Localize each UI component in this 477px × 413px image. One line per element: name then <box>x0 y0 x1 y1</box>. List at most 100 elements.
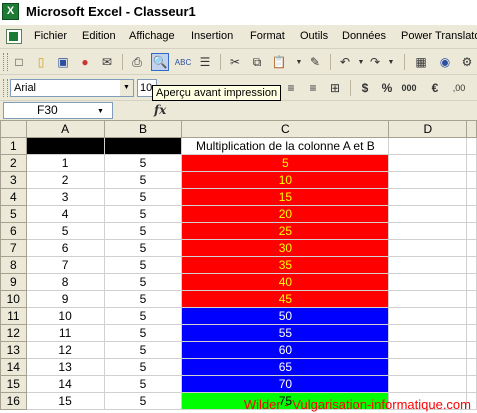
cell-d[interactable] <box>388 222 468 240</box>
menu-outils[interactable]: Outils <box>300 30 328 42</box>
cell-c[interactable]: 60 <box>181 341 390 359</box>
cell-c[interactable]: 35 <box>181 256 390 274</box>
row-header[interactable]: 15 <box>0 375 27 393</box>
row-header[interactable]: 7 <box>0 239 27 257</box>
cell-a[interactable]: 3 <box>25 188 105 206</box>
row-header[interactable]: 4 <box>0 188 27 206</box>
cell-a[interactable]: 11 <box>25 324 105 342</box>
cell-b[interactable]: 5 <box>103 222 183 240</box>
cell-d[interactable] <box>388 341 468 359</box>
cell-b[interactable]: 5 <box>103 290 183 308</box>
cell-partial[interactable] <box>466 222 477 240</box>
paste-icon[interactable]: 📋 <box>270 53 288 71</box>
redo-dropdown-icon[interactable]: ▼ <box>382 53 400 71</box>
cell-a[interactable]: 15 <box>25 392 105 410</box>
row-header[interactable]: 14 <box>0 358 27 376</box>
cell-b[interactable]: 5 <box>103 324 183 342</box>
cell-partial[interactable] <box>466 307 477 325</box>
cell-b[interactable]: 5 <box>103 205 183 223</box>
cell-b[interactable]: 5 <box>103 171 183 189</box>
cell-partial[interactable] <box>466 341 477 359</box>
cell-d[interactable] <box>388 307 468 325</box>
connection-icon[interactable]: ◉ <box>436 53 454 71</box>
menu-format[interactable]: Format <box>250 30 285 42</box>
align-right-icon[interactable]: ≡ <box>304 79 322 97</box>
cell-b[interactable] <box>103 137 183 155</box>
cell-d[interactable] <box>388 273 468 291</box>
cell-c[interactable]: 25 <box>181 222 390 240</box>
cell-d[interactable] <box>388 324 468 342</box>
cell-c[interactable]: 70 <box>181 375 390 393</box>
align-center-icon[interactable]: ≡ <box>282 79 300 97</box>
cell-partial[interactable] <box>466 375 477 393</box>
percent-icon[interactable]: % <box>378 79 396 97</box>
row-header[interactable]: 16 <box>0 392 27 410</box>
cell-partial[interactable] <box>466 154 477 172</box>
cell-partial[interactable] <box>466 273 477 291</box>
select-all-corner[interactable] <box>0 120 27 138</box>
cell-a[interactable]: 4 <box>25 205 105 223</box>
cell-partial[interactable] <box>466 358 477 376</box>
cell-d[interactable] <box>388 358 468 376</box>
cell-c[interactable]: 10 <box>181 171 390 189</box>
row-header[interactable]: 12 <box>0 324 27 342</box>
merge-center-icon[interactable]: ⊞ <box>326 79 344 97</box>
row-header[interactable]: 8 <box>0 256 27 274</box>
cell-d[interactable] <box>388 375 468 393</box>
cell-c[interactable]: 50 <box>181 307 390 325</box>
chevron-down-icon[interactable]: ▼ <box>120 80 133 96</box>
cell-c[interactable]: Multiplication de la colonne A et B <box>181 137 390 155</box>
cell-b[interactable]: 5 <box>103 375 183 393</box>
row-header[interactable]: 5 <box>0 205 27 223</box>
row-header[interactable]: 13 <box>0 341 27 359</box>
row-header[interactable]: 1 <box>0 137 27 155</box>
cell-d[interactable] <box>388 205 468 223</box>
cell-c[interactable]: 20 <box>181 205 390 223</box>
column-header-c[interactable]: C <box>181 120 390 138</box>
cell-c[interactable]: 55 <box>181 324 390 342</box>
cell-a[interactable]: 6 <box>25 239 105 257</box>
copy-icon[interactable]: ⧉ <box>248 53 266 71</box>
permission-icon[interactable]: ● <box>76 53 94 71</box>
column-header-d[interactable]: D <box>388 120 468 138</box>
menu-insertion[interactable]: Insertion <box>191 30 233 42</box>
cell-a[interactable]: 14 <box>25 375 105 393</box>
column-header-partial[interactable] <box>466 120 477 138</box>
cell-d[interactable] <box>388 137 468 155</box>
research-icon[interactable]: ☰ <box>196 53 214 71</box>
euro-icon[interactable]: € <box>426 79 444 97</box>
menu-affichage[interactable]: Affichage <box>129 30 175 42</box>
cell-d[interactable] <box>388 188 468 206</box>
cell-b[interactable]: 5 <box>103 307 183 325</box>
cell-b[interactable]: 5 <box>103 392 183 410</box>
spelling-icon[interactable]: ABC <box>174 53 192 71</box>
row-header[interactable]: 9 <box>0 273 27 291</box>
cell-c[interactable]: 5 <box>181 154 390 172</box>
increase-decimal-icon[interactable]: ,00 <box>450 79 468 97</box>
row-header[interactable]: 6 <box>0 222 27 240</box>
cell-partial[interactable] <box>466 239 477 257</box>
cell-a[interactable]: 1 <box>25 154 105 172</box>
cell-d[interactable] <box>388 239 468 257</box>
cell-d[interactable] <box>388 171 468 189</box>
new-icon[interactable]: □ <box>10 53 28 71</box>
cell-a[interactable] <box>25 137 105 155</box>
cell-partial[interactable] <box>466 137 477 155</box>
cell-partial[interactable] <box>466 171 477 189</box>
cell-partial[interactable] <box>466 290 477 308</box>
print-icon[interactable]: ⎙ <box>128 53 146 71</box>
row-header[interactable]: 3 <box>0 171 27 189</box>
cell-c[interactable]: 15 <box>181 188 390 206</box>
cell-partial[interactable] <box>466 324 477 342</box>
email-icon[interactable]: ✉ <box>98 53 116 71</box>
cell-c[interactable]: 65 <box>181 358 390 376</box>
save-icon[interactable]: ▣ <box>54 53 72 71</box>
menu-donnees[interactable]: Données <box>342 30 386 42</box>
thousands-separator-icon[interactable]: 000 <box>400 79 418 97</box>
menu-fichier[interactable]: Fichier <box>34 30 67 42</box>
cut-icon[interactable]: ✂ <box>226 53 244 71</box>
workbook-icon[interactable] <box>6 29 22 44</box>
cell-b[interactable]: 5 <box>103 154 183 172</box>
cell-a[interactable]: 8 <box>25 273 105 291</box>
cell-partial[interactable] <box>466 205 477 223</box>
